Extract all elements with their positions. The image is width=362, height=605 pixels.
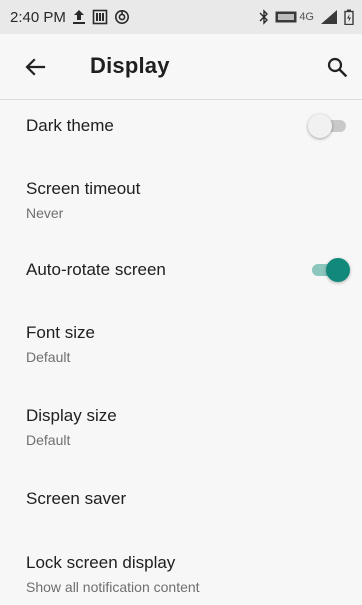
auto-rotate-setting[interactable]: Auto-rotate screen bbox=[0, 258, 362, 300]
display-size-title: Display size bbox=[26, 406, 117, 425]
toggle-thumb bbox=[326, 258, 350, 282]
dark-theme-setting[interactable]: Dark theme bbox=[0, 114, 362, 156]
status-bar-left: 2:40 PM bbox=[10, 9, 130, 26]
display-size-summary: Default bbox=[26, 432, 71, 448]
app-bar: Display bbox=[0, 34, 362, 100]
bluetooth-icon bbox=[259, 9, 269, 25]
screen-timeout-summary: Never bbox=[26, 205, 64, 221]
volte-icon bbox=[275, 11, 297, 23]
lock-screen-display-title: Lock screen display bbox=[26, 553, 176, 572]
font-size-title: Font size bbox=[26, 323, 95, 342]
signal-icon bbox=[320, 9, 338, 25]
battery-icon bbox=[344, 9, 354, 25]
sim-card-icon bbox=[92, 9, 108, 25]
screen-saver-setting[interactable]: Screen saver bbox=[0, 489, 362, 529]
back-arrow-icon[interactable] bbox=[18, 50, 52, 84]
network-type: 4G bbox=[299, 11, 314, 23]
font-size-setting[interactable]: Font size Default bbox=[0, 323, 362, 373]
dark-theme-toggle[interactable] bbox=[308, 114, 350, 138]
toggle-thumb bbox=[308, 114, 332, 138]
screen-timeout-setting[interactable]: Screen timeout Never bbox=[0, 179, 362, 229]
status-time: 2:40 PM bbox=[10, 8, 66, 26]
search-icon[interactable] bbox=[320, 50, 354, 84]
page-title: Display bbox=[90, 53, 170, 78]
status-bar: 2:40 PM 4G bbox=[0, 0, 362, 34]
screen-timeout-title: Screen timeout bbox=[26, 179, 141, 198]
status-bar-right: 4G bbox=[259, 9, 354, 25]
screen-saver-title: Screen saver bbox=[26, 489, 127, 508]
sync-icon bbox=[114, 9, 130, 25]
display-size-setting[interactable]: Display size Default bbox=[0, 406, 362, 456]
upload-icon bbox=[72, 9, 86, 25]
font-size-summary: Default bbox=[26, 349, 71, 365]
auto-rotate-toggle[interactable] bbox=[308, 258, 350, 282]
lock-screen-display-summary: Show all notification content bbox=[26, 579, 200, 595]
lock-screen-display-setting[interactable]: Lock screen display Show all notificatio… bbox=[0, 553, 362, 603]
